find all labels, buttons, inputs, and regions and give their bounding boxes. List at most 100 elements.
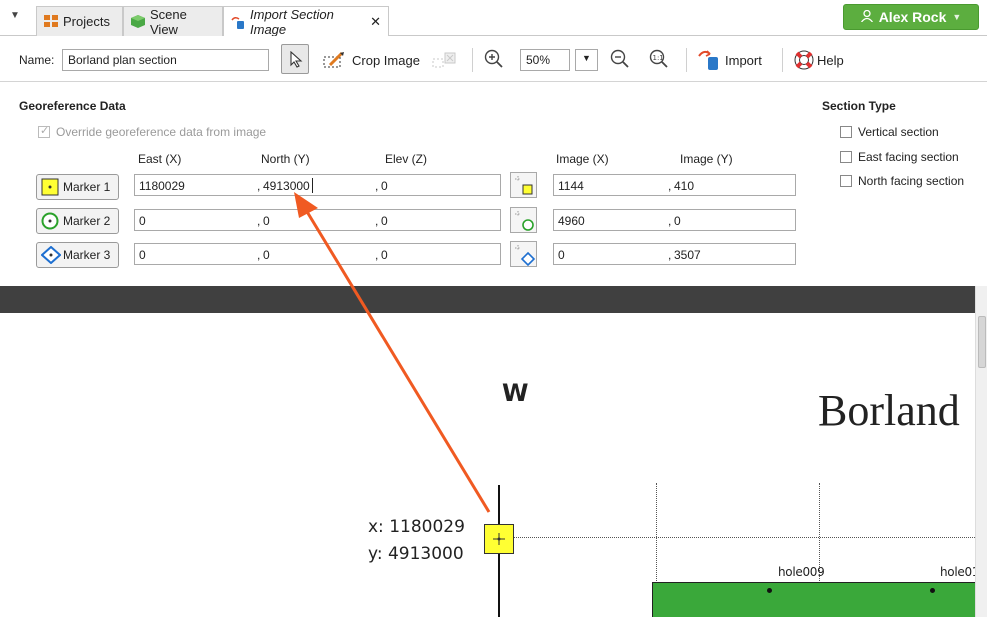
zoom-out-button[interactable] (610, 49, 630, 69)
zoom-actual-size-icon: 1:1 (649, 49, 668, 68)
chevron-down-icon: ▼ (952, 12, 962, 22)
zoom-in-icon (484, 49, 503, 68)
marker-2-image-y: 0 (674, 214, 681, 228)
section-type-heading: Section Type (822, 99, 896, 113)
marker-1-pick-button[interactable] (510, 172, 537, 198)
checkbox-icon (840, 126, 852, 138)
col-elev: Elev (Z) (385, 152, 427, 166)
clear-crop-button[interactable] (432, 51, 458, 69)
sep: , (668, 214, 672, 228)
user-icon (860, 9, 873, 25)
col-image-y: Image (Y) (680, 152, 733, 166)
sep: , (375, 179, 379, 193)
clear-crop-icon (432, 52, 456, 68)
name-input-value: Borland plan section (68, 53, 177, 67)
marker-3-image-coords[interactable]: 0 , 3507 (553, 243, 796, 265)
coord-x-label: x: 1180029 (368, 517, 465, 537)
north-facing-section-label: North facing section (858, 174, 965, 188)
grid-icon (44, 15, 58, 28)
marker-2-button[interactable]: Marker 2 (36, 208, 119, 234)
zoom-in-button[interactable] (484, 49, 504, 69)
vertical-section-label: Vertical section (858, 125, 939, 139)
svg-text:1:1: 1:1 (653, 54, 664, 62)
east-facing-section-checkbox[interactable]: East facing section (840, 150, 959, 164)
image-viewport[interactable]: W Borland x: 1180029 y: 4913000 hole009 … (0, 313, 975, 617)
marker-2-north: 0 (263, 214, 270, 228)
marker-3-image-y: 3507 (674, 248, 701, 262)
select-tool-button[interactable] (281, 44, 309, 74)
diamond-marker-icon (40, 245, 62, 265)
marker-2-image-x: 4960 (558, 214, 585, 228)
chevron-down-icon: ▼ (582, 53, 591, 63)
crop-icon (323, 51, 344, 68)
marker-3-label: Marker 3 (63, 248, 111, 262)
marker-2-image-coords[interactable]: 4960 , 0 (553, 209, 796, 231)
tab-label: Import Section Image (250, 7, 334, 37)
close-icon[interactable]: ✕ (370, 14, 381, 30)
zoom-input[interactable]: 50% (520, 49, 570, 71)
sep: , (257, 179, 261, 193)
section-image-title: Borland (818, 386, 960, 435)
marker-1-placed-icon[interactable] (484, 524, 514, 554)
marker-3-pick-button[interactable] (510, 241, 537, 267)
user-name: Alex Rock (878, 9, 947, 25)
crop-image-button[interactable]: Crop Image (322, 51, 420, 69)
override-checkbox[interactable]: Override georeference data from image (38, 124, 267, 139)
user-menu-button[interactable]: Alex Rock ▼ (843, 4, 979, 30)
hole-dot (930, 588, 935, 593)
hole-label: hole01 (940, 565, 975, 579)
import-label: Import (725, 52, 762, 68)
marker-2-elev: 0 (381, 214, 388, 228)
tab-projects[interactable]: Projects (36, 6, 123, 36)
tab-bar: ▼ Projects Scene View Import Section Ima… (0, 0, 987, 37)
cube-icon (131, 15, 145, 28)
import-button[interactable]: Import (697, 49, 762, 71)
checkbox-icon (840, 175, 852, 187)
marker-2-world-coords[interactable]: 0 , 0 , 0 (134, 209, 501, 231)
tab-import-section-image[interactable]: Import Section Image ✕ (223, 6, 389, 37)
tab-label: Scene View (150, 6, 187, 37)
import-icon (698, 50, 718, 70)
sep: , (257, 214, 261, 228)
compass-label: W (502, 379, 529, 407)
pick-diamond-icon (515, 245, 536, 267)
zoom-dropdown[interactable]: ▼ (575, 49, 598, 71)
zoom-actual-size-button[interactable]: 1:1 (649, 49, 669, 69)
help-label: Help (817, 52, 844, 68)
name-input[interactable]: Borland plan section (62, 49, 269, 71)
help-button[interactable]: Help (793, 49, 844, 71)
tab-scene-view[interactable]: Scene View (123, 6, 223, 37)
section-green-area (652, 582, 975, 617)
pick-square-icon (515, 176, 533, 195)
checkbox-icon (840, 151, 852, 163)
marker-1-north: 4913000 (263, 179, 310, 193)
marker-1-image-x: 1144 (558, 179, 584, 193)
east-facing-section-label: East facing section (858, 150, 959, 164)
georeference-panel: Georeference Data Override georeference … (0, 82, 987, 286)
marker-3-east: 0 (139, 248, 146, 262)
georeference-heading: Georeference Data (19, 99, 126, 113)
sep: , (375, 248, 379, 262)
marker-1-east: 1180029 (139, 179, 185, 193)
vertical-scrollbar[interactable] (975, 286, 987, 617)
coord-y-label: y: 4913000 (368, 544, 464, 564)
marker-3-image-x: 0 (558, 248, 565, 262)
marker-3-north: 0 (263, 248, 270, 262)
vertical-section-checkbox[interactable]: Vertical section (840, 125, 939, 139)
pick-circle-icon (515, 211, 534, 231)
tab-menu-icon[interactable]: ▼ (10, 10, 20, 21)
marker-3-button[interactable]: Marker 3 (36, 242, 119, 268)
sep: , (375, 214, 379, 228)
marker-1-image-y: 410 (674, 179, 695, 193)
marker-1-elev: 0 (381, 179, 388, 193)
scrollbar-thumb[interactable] (978, 316, 986, 368)
sep: , (668, 248, 672, 262)
sep: , (257, 248, 261, 262)
marker-1-world-coords[interactable]: 1180029 , 4913000 , 0 (134, 174, 501, 196)
marker-3-world-coords[interactable]: 0 , 0 , 0 (134, 243, 501, 265)
marker-1-image-coords[interactable]: 1144 , 410 (553, 174, 796, 196)
override-label: Override georeference data from image (56, 125, 267, 139)
north-facing-section-checkbox[interactable]: North facing section (840, 174, 964, 188)
marker-2-pick-button[interactable] (510, 207, 537, 233)
marker-1-button[interactable]: Marker 1 (36, 174, 119, 200)
